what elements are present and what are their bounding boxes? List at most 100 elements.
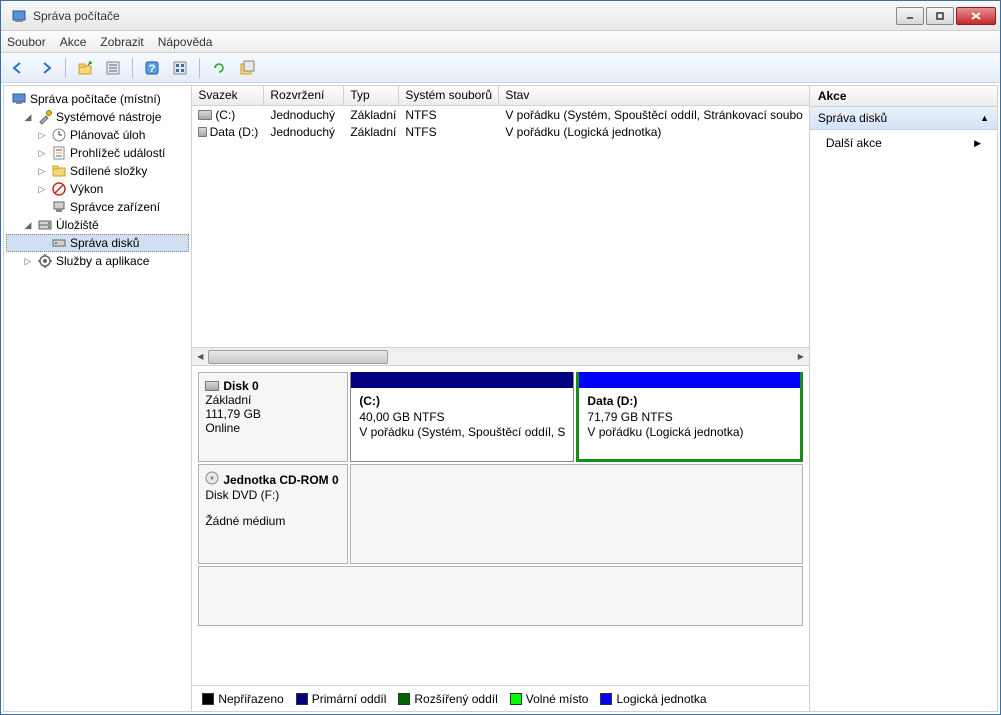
disk-partitions: (C:) 40,00 GB NTFS V pořádku (Systém, Sp… (348, 372, 803, 462)
folder-icon (51, 163, 67, 179)
partition-logical[interactable]: Data (D:) 71,79 GB NTFS V pořádku (Logic… (576, 372, 802, 462)
disk-icon (205, 381, 219, 391)
tree-label: Prohlížeč událostí (70, 146, 165, 160)
expand-icon[interactable]: ▷ (22, 255, 34, 267)
volume-type: Základní (344, 108, 399, 122)
maximize-button[interactable] (926, 7, 954, 25)
disk-partitions-empty (350, 464, 803, 564)
collapse-icon[interactable]: ◢ (22, 219, 34, 231)
expand-icon[interactable]: ▷ (36, 147, 48, 159)
disk-info[interactable]: Jednotka CD-ROM 0 Disk DVD (F:) Žádné mé… (198, 464, 348, 564)
legend-unallocated: Nepřiřazeno (202, 692, 283, 706)
titlebar[interactable]: Správa počítače (1, 1, 1000, 31)
col-filesystem[interactable]: Systém souborů (399, 86, 499, 105)
legend-extended: Rozšířený oddíl (398, 692, 497, 706)
volume-layout: Jednoduchý (264, 125, 344, 139)
volume-type: Základní (344, 125, 399, 139)
actions-section-label: Správa disků (818, 111, 887, 125)
partition-header (579, 372, 799, 388)
menu-help[interactable]: Nápověda (158, 35, 213, 49)
disk-icon (51, 235, 67, 251)
minimize-button[interactable] (896, 7, 924, 25)
collapse-icon[interactable]: ◢ (22, 111, 34, 123)
disk-graphical-view: Disk 0 Základní 111,79 GB Online (C:) 40… (192, 366, 809, 685)
tree-label: Systémové nástroje (56, 110, 161, 124)
expand-icon[interactable]: ▷ (36, 183, 48, 195)
partition-header (351, 372, 573, 388)
menu-file[interactable]: Soubor (7, 35, 46, 49)
center-pane: Svazek Rozvržení Typ Systém souborů Stav… (192, 86, 809, 711)
tree-storage[interactable]: ◢ Úložiště (6, 216, 189, 234)
computer-icon (11, 91, 27, 107)
partition-status: V pořádku (Logická jednotka) (587, 425, 791, 441)
tree-task-scheduler[interactable]: ▷ Plánovač úloh (6, 126, 189, 144)
col-volume[interactable]: Svazek (192, 86, 264, 105)
app-icon (11, 8, 27, 24)
tree-services[interactable]: ▷ Služby a aplikace (6, 252, 189, 270)
tree-system-tools[interactable]: ◢ Systémové nástroje (6, 108, 189, 126)
col-type[interactable]: Typ (344, 86, 399, 105)
export-button[interactable] (236, 57, 258, 79)
volume-status: V pořádku (Logická jednotka) (499, 125, 809, 139)
legend-logical: Logická jednotka (600, 692, 706, 706)
close-button[interactable] (956, 7, 996, 25)
partition-name: Data (D:) (587, 394, 791, 410)
expand-icon[interactable]: ▷ (36, 165, 48, 177)
partition-name: (C:) (359, 394, 565, 410)
tree-root-label: Správa počítače (místní) (30, 92, 161, 106)
tree-event-viewer[interactable]: ▷ Prohlížeč událostí (6, 144, 189, 162)
partition-detail: 71,79 GB NTFS (587, 410, 791, 426)
volume-row[interactable]: (C:) Jednoduchý Základní NTFS V pořádku … (192, 106, 809, 123)
volume-row[interactable]: Data (D:) Jednoduchý Základní NTFS V poř… (192, 123, 809, 140)
toolbar: ? (1, 53, 1000, 83)
chevron-right-icon: ▶ (974, 138, 981, 149)
help-button[interactable]: ? (141, 57, 163, 79)
volume-name: Data (D:) (210, 125, 259, 139)
col-status[interactable]: Stav (499, 86, 809, 105)
tree-performance[interactable]: ▷ Výkon (6, 180, 189, 198)
device-icon (51, 199, 67, 215)
view-button[interactable] (169, 57, 191, 79)
menu-action[interactable]: Akce (60, 35, 87, 49)
refresh-button[interactable] (208, 57, 230, 79)
scroll-thumb[interactable] (208, 350, 388, 364)
tools-icon (37, 109, 53, 125)
menu-view[interactable]: Zobrazit (100, 35, 143, 49)
partition-primary[interactable]: (C:) 40,00 GB NTFS V pořádku (Systém, Sp… (350, 372, 574, 462)
horizontal-scrollbar[interactable]: ◀ ▶ (192, 347, 809, 365)
window-frame: Správa počítače Soubor Akce Zobrazit Náp… (0, 0, 1001, 715)
expand-icon[interactable]: ▷ (36, 129, 48, 141)
services-icon (37, 253, 53, 269)
cdrom-icon (205, 471, 219, 488)
scroll-right-icon[interactable]: ▶ (793, 349, 809, 365)
tree-shared-folders[interactable]: ▷ Sdílené složky (6, 162, 189, 180)
disk-info[interactable]: Disk 0 Základní 111,79 GB Online (198, 372, 348, 462)
storage-icon (37, 217, 53, 233)
window-title: Správa počítače (33, 9, 896, 23)
up-button[interactable] (74, 57, 96, 79)
back-button[interactable] (7, 57, 29, 79)
legend: Nepřiřazeno Primární oddíl Rozšířený odd… (192, 685, 809, 711)
tree-label: Sdílené složky (70, 164, 147, 178)
properties-button[interactable] (102, 57, 124, 79)
navigation-tree: Správa počítače (místní) ◢ Systémové nás… (4, 86, 192, 711)
scroll-left-icon[interactable]: ◀ (192, 349, 208, 365)
actions-section[interactable]: Správa disků ▲ (810, 107, 997, 130)
disk-row: Jednotka CD-ROM 0 Disk DVD (F:) Žádné mé… (198, 464, 803, 564)
volume-list-body: (C:) Jednoduchý Základní NTFS V pořádku … (192, 106, 809, 347)
actions-more[interactable]: Další akce ▶ (810, 130, 997, 156)
tree-device-manager[interactable]: Správce zařízení (6, 198, 189, 216)
volume-list: Svazek Rozvržení Typ Systém souborů Stav… (192, 86, 809, 366)
col-layout[interactable]: Rozvržení (264, 86, 344, 105)
partition-status: V pořádku (Systém, Spouštěcí oddíl, S (359, 425, 565, 441)
menubar: Soubor Akce Zobrazit Nápověda (1, 31, 1000, 53)
legend-primary: Primární oddíl (296, 692, 387, 706)
tree-root[interactable]: Správa počítače (místní) (6, 90, 189, 108)
actions-title: Akce (810, 86, 997, 107)
tree-disk-management[interactable]: Správa disků (6, 234, 189, 252)
legend-free: Volné místo (510, 692, 589, 706)
chevron-up-icon: ▲ (980, 113, 989, 123)
forward-button[interactable] (35, 57, 57, 79)
actions-more-label: Další akce (826, 136, 882, 150)
volume-list-header: Svazek Rozvržení Typ Systém souborů Stav (192, 86, 809, 106)
